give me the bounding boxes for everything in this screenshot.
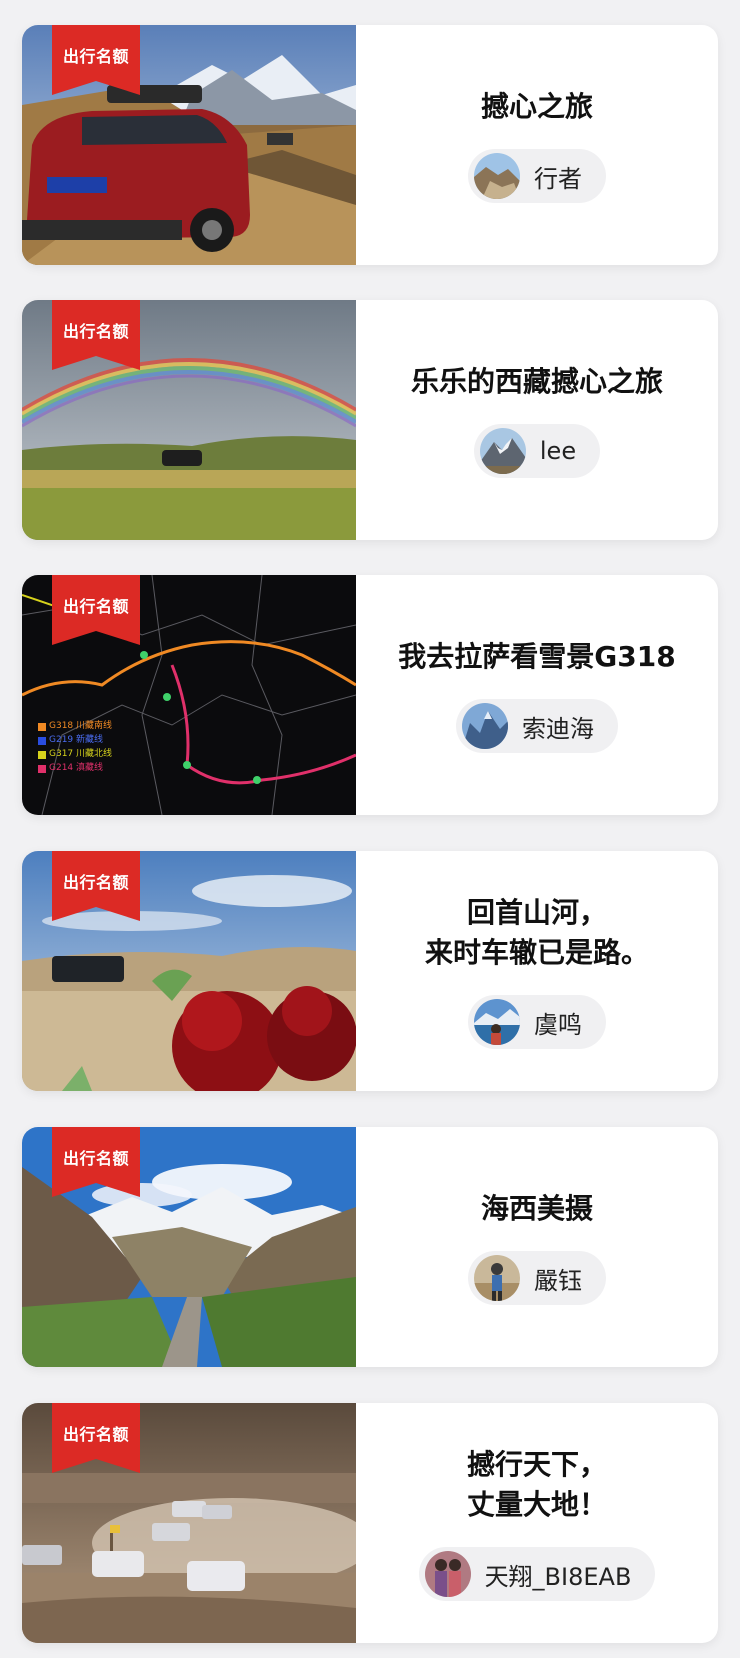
trip-title[interactable]: 撼行天下， 丈量大地！ <box>467 1445 607 1525</box>
author-chip[interactable]: 行者 <box>468 149 606 203</box>
map-legend: G318 川藏南线 G219 新藏线 G317 川藏北线 G214 滇藏线 <box>49 719 112 775</box>
trip-thumbnail[interactable]: 出行名额 <box>22 1127 356 1367</box>
trip-card[interactable]: 出行名额 撼行天下， 丈量大地！ 天翔_BI8EAB <box>22 1403 718 1643</box>
author-name[interactable]: 行者 <box>534 159 582 194</box>
trip-card[interactable]: 出行名额 撼心之旅 行者 <box>22 25 718 265</box>
trip-thumbnail[interactable]: 出行名额 <box>22 25 356 265</box>
trip-title[interactable]: 我去拉萨看雪景G318 <box>398 637 675 677</box>
trip-info: 撼行天下， 丈量大地！ 天翔_BI8EAB <box>356 1403 718 1643</box>
trip-info: 我去拉萨看雪景G318 索迪海 <box>356 575 718 815</box>
author-avatar[interactable] <box>474 999 520 1045</box>
trip-title[interactable]: 海西美摄 <box>481 1189 593 1229</box>
trip-title[interactable]: 乐乐的西藏撼心之旅 <box>411 362 663 402</box>
author-avatar[interactable] <box>474 153 520 199</box>
snowy-peak-avatar <box>479 428 526 474</box>
author-avatar[interactable] <box>462 703 508 749</box>
map-legend-item: G317 川藏北线 <box>49 749 113 759</box>
author-name[interactable]: 天翔_BI8EAB <box>485 1557 632 1592</box>
trip-thumbnail[interactable]: 出行名额 <box>22 300 356 540</box>
map-legend-item: G214 滇藏线 <box>49 763 104 773</box>
rock-mountain-avatar <box>474 153 520 199</box>
hiker-avatar <box>474 1255 520 1301</box>
author-chip[interactable]: 天翔_BI8EAB <box>418 1547 656 1601</box>
author-name[interactable]: 嚴钰 <box>534 1261 582 1296</box>
author-chip[interactable]: lee <box>473 424 601 478</box>
author-avatar[interactable] <box>474 1255 520 1301</box>
author-name[interactable]: lee <box>540 437 576 465</box>
trip-thumbnail[interactable]: 出行名额 G318 川藏南线 G219 新藏线 G317 川藏北线 G214 滇… <box>22 575 356 815</box>
map-legend-item: G318 川藏南线 <box>49 721 113 731</box>
lake-person-avatar <box>474 999 520 1045</box>
author-name[interactable]: 索迪海 <box>522 709 594 744</box>
author-name[interactable]: 虞鸣 <box>534 1005 582 1040</box>
trip-card[interactable]: 出行名额 乐乐的西藏撼心之旅 lee <box>22 300 718 540</box>
blue-mountain-avatar <box>462 703 508 749</box>
author-avatar[interactable] <box>424 1551 471 1597</box>
trip-info: 撼心之旅 行者 <box>356 25 718 265</box>
author-avatar[interactable] <box>479 428 526 474</box>
trip-card[interactable]: 出行名额 G318 川藏南线 G219 新藏线 G317 川藏北线 G214 滇… <box>22 575 718 815</box>
author-chip[interactable]: 嚴钰 <box>468 1251 606 1305</box>
trip-thumbnail[interactable]: 出行名额 <box>22 1403 356 1643</box>
map-legend-item: G219 新藏线 <box>49 735 104 745</box>
trip-info: 海西美摄 嚴钰 <box>356 1127 718 1367</box>
trip-info: 回首山河， 来时车辙已是路。 虞鸣 <box>356 851 718 1091</box>
trip-card-list: 出行名额 撼心之旅 行者 出行名额 乐乐的西藏撼心之旅 lee 出行名额 G31… <box>0 0 740 1658</box>
trip-card[interactable]: 出行名额 回首山河， 来时车辙已是路。 虞鸣 <box>22 851 718 1091</box>
couple-avatar <box>424 1551 471 1597</box>
trip-card[interactable]: 出行名额 海西美摄 嚴钰 <box>22 1127 718 1367</box>
author-chip[interactable]: 虞鸣 <box>468 995 606 1049</box>
trip-title[interactable]: 回首山河， 来时车辙已是路。 <box>425 893 649 973</box>
trip-info: 乐乐的西藏撼心之旅 lee <box>356 300 718 540</box>
author-chip[interactable]: 索迪海 <box>456 699 618 753</box>
trip-title[interactable]: 撼心之旅 <box>481 87 593 127</box>
trip-thumbnail[interactable]: 出行名额 <box>22 851 356 1091</box>
